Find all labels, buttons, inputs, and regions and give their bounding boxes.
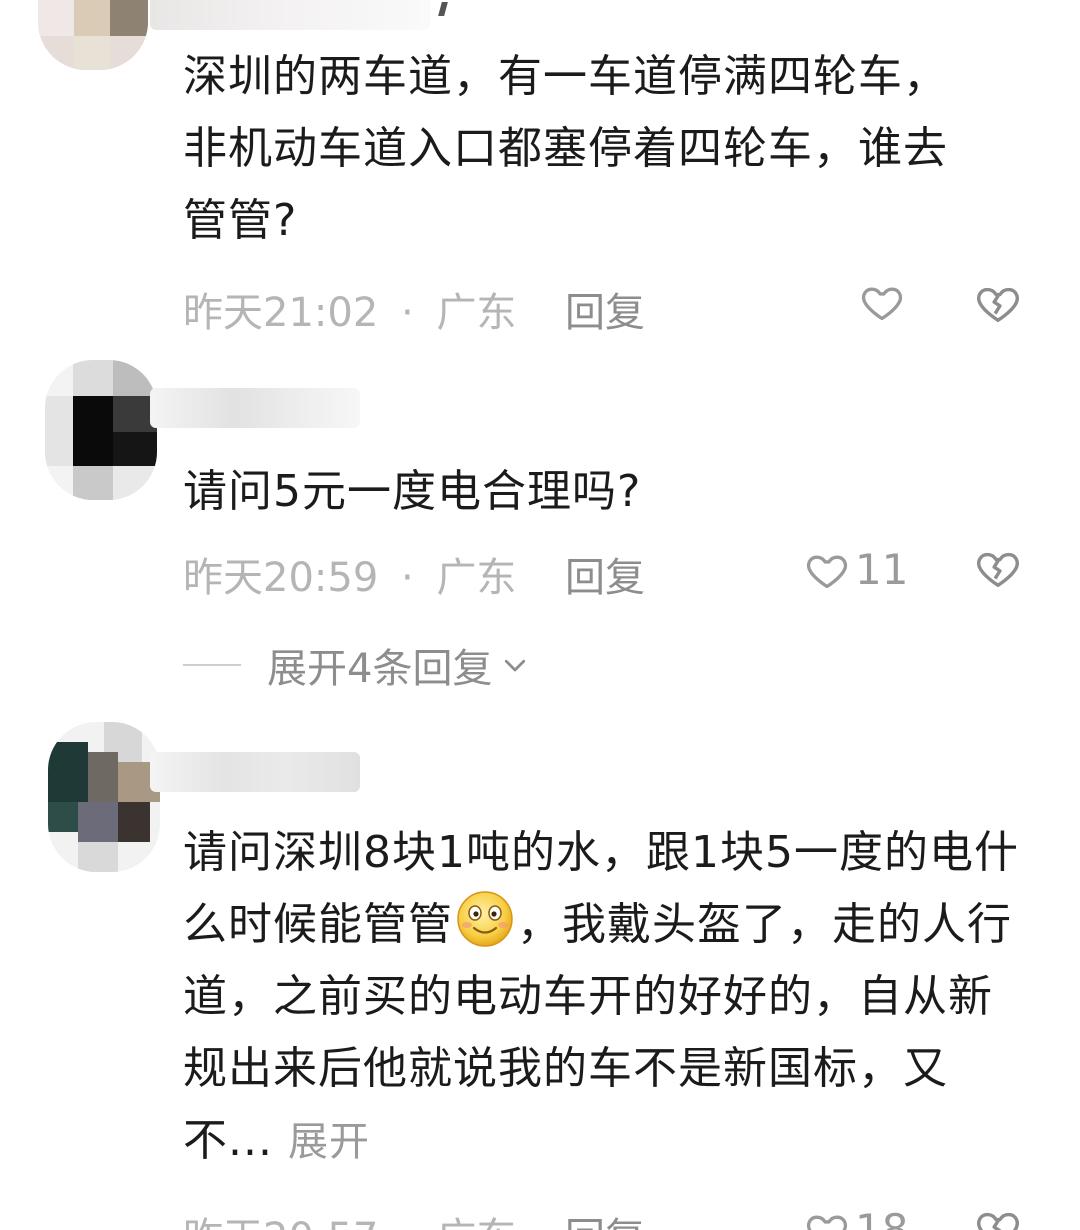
smiling-face-emoji [457, 891, 513, 947]
broken-heart-icon [977, 1212, 1019, 1230]
heart-outline-icon [861, 287, 903, 321]
comment-feed: 深圳的两车道，有一车道停满四轮车，非机动车道入口都塞停着四轮车，谁去管管? 昨天… [0, 0, 1080, 1230]
comment-location: 广东 [436, 555, 517, 601]
username-blurred[interactable] [150, 752, 360, 792]
comment-location: 广东 [436, 1215, 516, 1230]
like-button[interactable] [860, 280, 904, 324]
comment-text: 深圳的两车道，有一车道停满四轮车，非机动车道入口都塞停着四轮车，谁去管管? [183, 51, 948, 246]
username-blurred[interactable] [150, 388, 360, 428]
reply-button[interactable]: 回复 [565, 280, 645, 338]
replies-divider [183, 664, 241, 666]
heart-outline-icon [806, 1215, 848, 1230]
broken-heart-icon [977, 552, 1019, 587]
comment-time: 昨天21:02 [183, 290, 379, 336]
chevron-down-icon [505, 659, 526, 672]
avatar[interactable] [45, 360, 157, 500]
username-blurred[interactable] [150, 0, 430, 30]
expand-replies-button[interactable]: 展开4条回复 [183, 636, 530, 694]
comment-location: 广东 [436, 290, 517, 336]
dislike-button[interactable] [975, 280, 1021, 330]
username-tail-mark [438, 2, 448, 16]
like-button[interactable]: 11 [805, 545, 908, 594]
dislike-button[interactable] [975, 545, 1021, 595]
meta-separator: · [401, 555, 414, 601]
avatar[interactable] [48, 722, 160, 872]
reply-button[interactable]: 回复 [565, 1205, 645, 1230]
comment-meta: 昨天20:57 · 广东 [183, 1205, 516, 1230]
like-count: 11 [855, 545, 909, 594]
expand-text-link[interactable]: 展开 [288, 1119, 370, 1165]
meta-separator: · [401, 1215, 414, 1230]
comment-text: 请问深圳8块1吨的水，跟1块5一度的电什么时候能管管 ，我戴头盔了，走的人行道，… [183, 817, 1023, 1178]
expand-replies-label: 展开4条回复 [267, 646, 493, 692]
comment-meta: 昨天20:59 · 广东 [183, 545, 516, 603]
meta-separator: · [401, 290, 414, 336]
avatar[interactable] [38, 0, 148, 70]
comment-text: 请问5元一度电合理吗? [183, 466, 642, 517]
comment-time: 昨天20:57 [183, 1215, 378, 1230]
heart-outline-icon [806, 555, 848, 588]
comment-meta: 昨天21:02 · 广东 [183, 280, 516, 338]
like-button[interactable]: 18 [805, 1205, 908, 1230]
dislike-button[interactable] [975, 1205, 1021, 1230]
broken-heart-icon [977, 287, 1019, 322]
like-count: 18 [855, 1205, 909, 1230]
reply-button[interactable]: 回复 [565, 545, 645, 603]
comment-time: 昨天20:59 [183, 555, 379, 601]
